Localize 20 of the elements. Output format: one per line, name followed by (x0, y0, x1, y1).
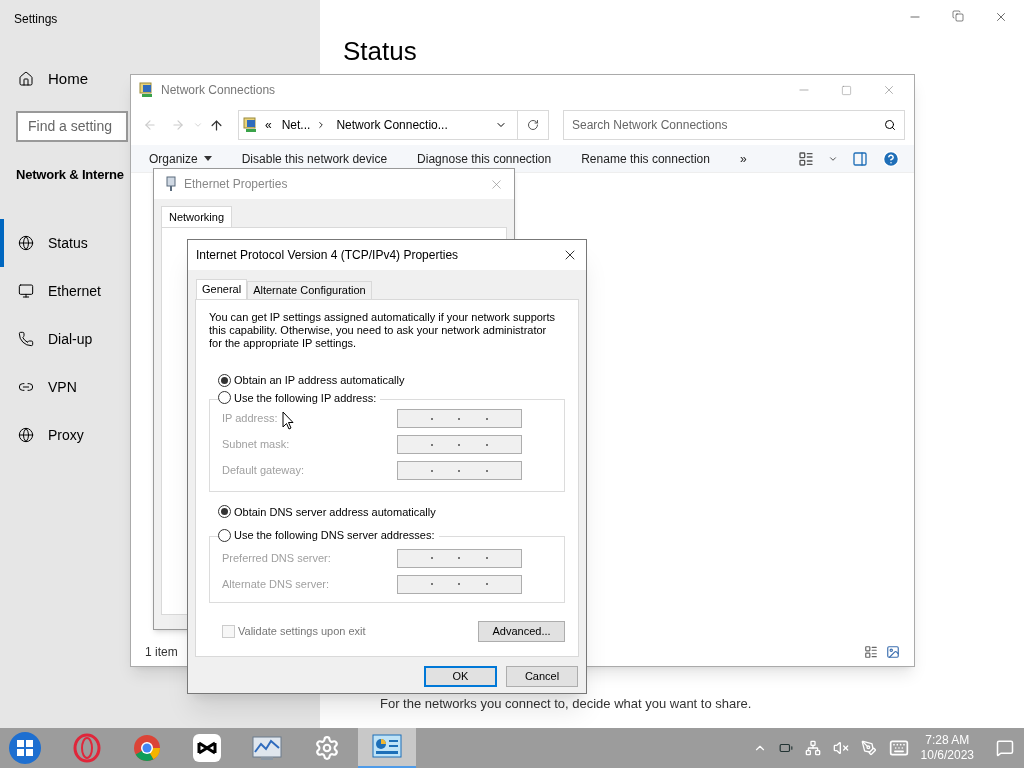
window-title: Settings (14, 11, 59, 28)
footer-text: For the networks you connect to, decide what you want to share. (380, 695, 752, 713)
field-label: Default gateway: (222, 463, 304, 479)
dialog-title: Internet Protocol Version 4 (TCP/IPv4) Properties (196, 247, 459, 264)
field-label: IP address: (222, 411, 278, 427)
breadcrumb-prefix: « (265, 117, 272, 134)
page-title: Status (343, 38, 417, 64)
window-title: Ethernet Properties (184, 176, 288, 193)
section-heading: Network & Interne (16, 165, 124, 184)
field-label: Alternate DNS server: (222, 576, 329, 592)
window-title: Network Connections (161, 82, 276, 99)
field-label: Subnet mask: (222, 437, 290, 453)
radio-label: Obtain an IP address automatically (234, 373, 405, 388)
field-label: Preferred DNS server: (222, 550, 331, 566)
status-bar-text: 1 item (145, 644, 178, 661)
checkbox-label: Validate settings upon exit (238, 624, 366, 640)
radio-label: Use the following IP address: (234, 390, 377, 406)
radio-label: Use the following DNS server addresses: (234, 528, 435, 543)
description-text: You can get IP settings assigned automatically if your network supports this capability. Otherwise, you need to ask your network administrator for the appropriate IP settings. (209, 311, 557, 350)
radio-label: Obtain DNS server address automatically (234, 504, 436, 520)
